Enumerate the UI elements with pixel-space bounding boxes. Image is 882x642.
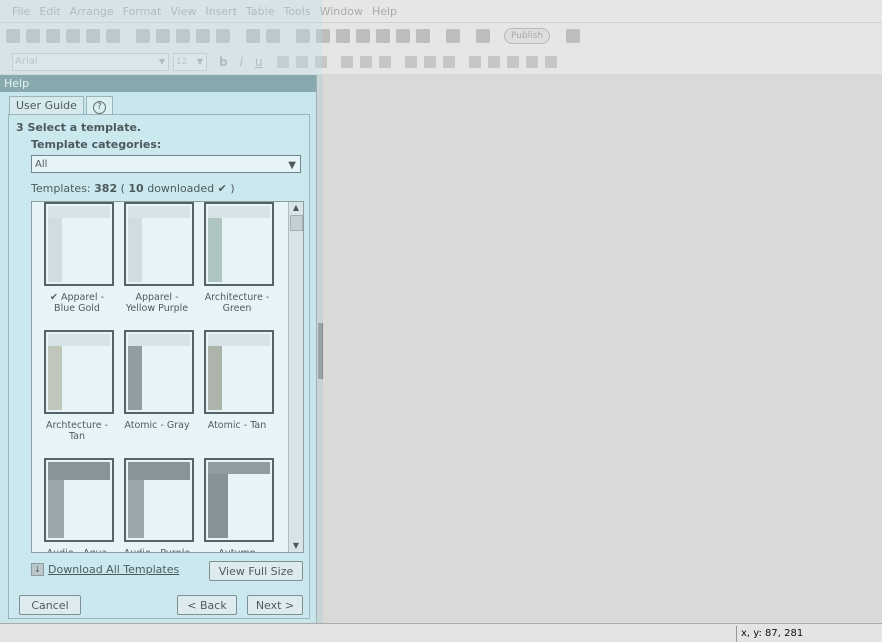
insert-form-icon[interactable]: [356, 29, 370, 43]
insert-media-icon[interactable]: [396, 29, 410, 43]
insert-link-icon[interactable]: [376, 29, 390, 43]
valign-top-icon[interactable]: [404, 55, 417, 68]
outdent-icon[interactable]: [544, 55, 557, 68]
menu-window[interactable]: Window: [320, 5, 363, 18]
background-decoration: [0, 0, 322, 640]
grid-icon[interactable]: [476, 29, 490, 43]
insert-table-icon[interactable]: [336, 29, 350, 43]
home-icon[interactable]: [566, 29, 581, 43]
menu-help[interactable]: Help: [372, 5, 397, 18]
align-center-icon[interactable]: [359, 55, 372, 68]
insert-object-icon[interactable]: [416, 29, 430, 43]
align-left-icon[interactable]: [340, 55, 353, 68]
coordinate-readout: x, y: 87, 281: [736, 626, 882, 642]
valign-middle-icon[interactable]: [423, 55, 436, 68]
status-bar: x, y: 87, 281: [0, 623, 882, 642]
list-style-icon[interactable]: [506, 55, 519, 68]
publish-button[interactable]: Publish: [504, 28, 551, 44]
valign-bottom-icon[interactable]: [442, 55, 455, 68]
preview-icon[interactable]: [446, 29, 460, 43]
bullet-list-icon[interactable]: [468, 55, 481, 68]
indent-icon[interactable]: [525, 55, 538, 68]
numbered-list-icon[interactable]: [487, 55, 500, 68]
page-canvas[interactable]: [323, 75, 882, 623]
align-right-icon[interactable]: [378, 55, 391, 68]
